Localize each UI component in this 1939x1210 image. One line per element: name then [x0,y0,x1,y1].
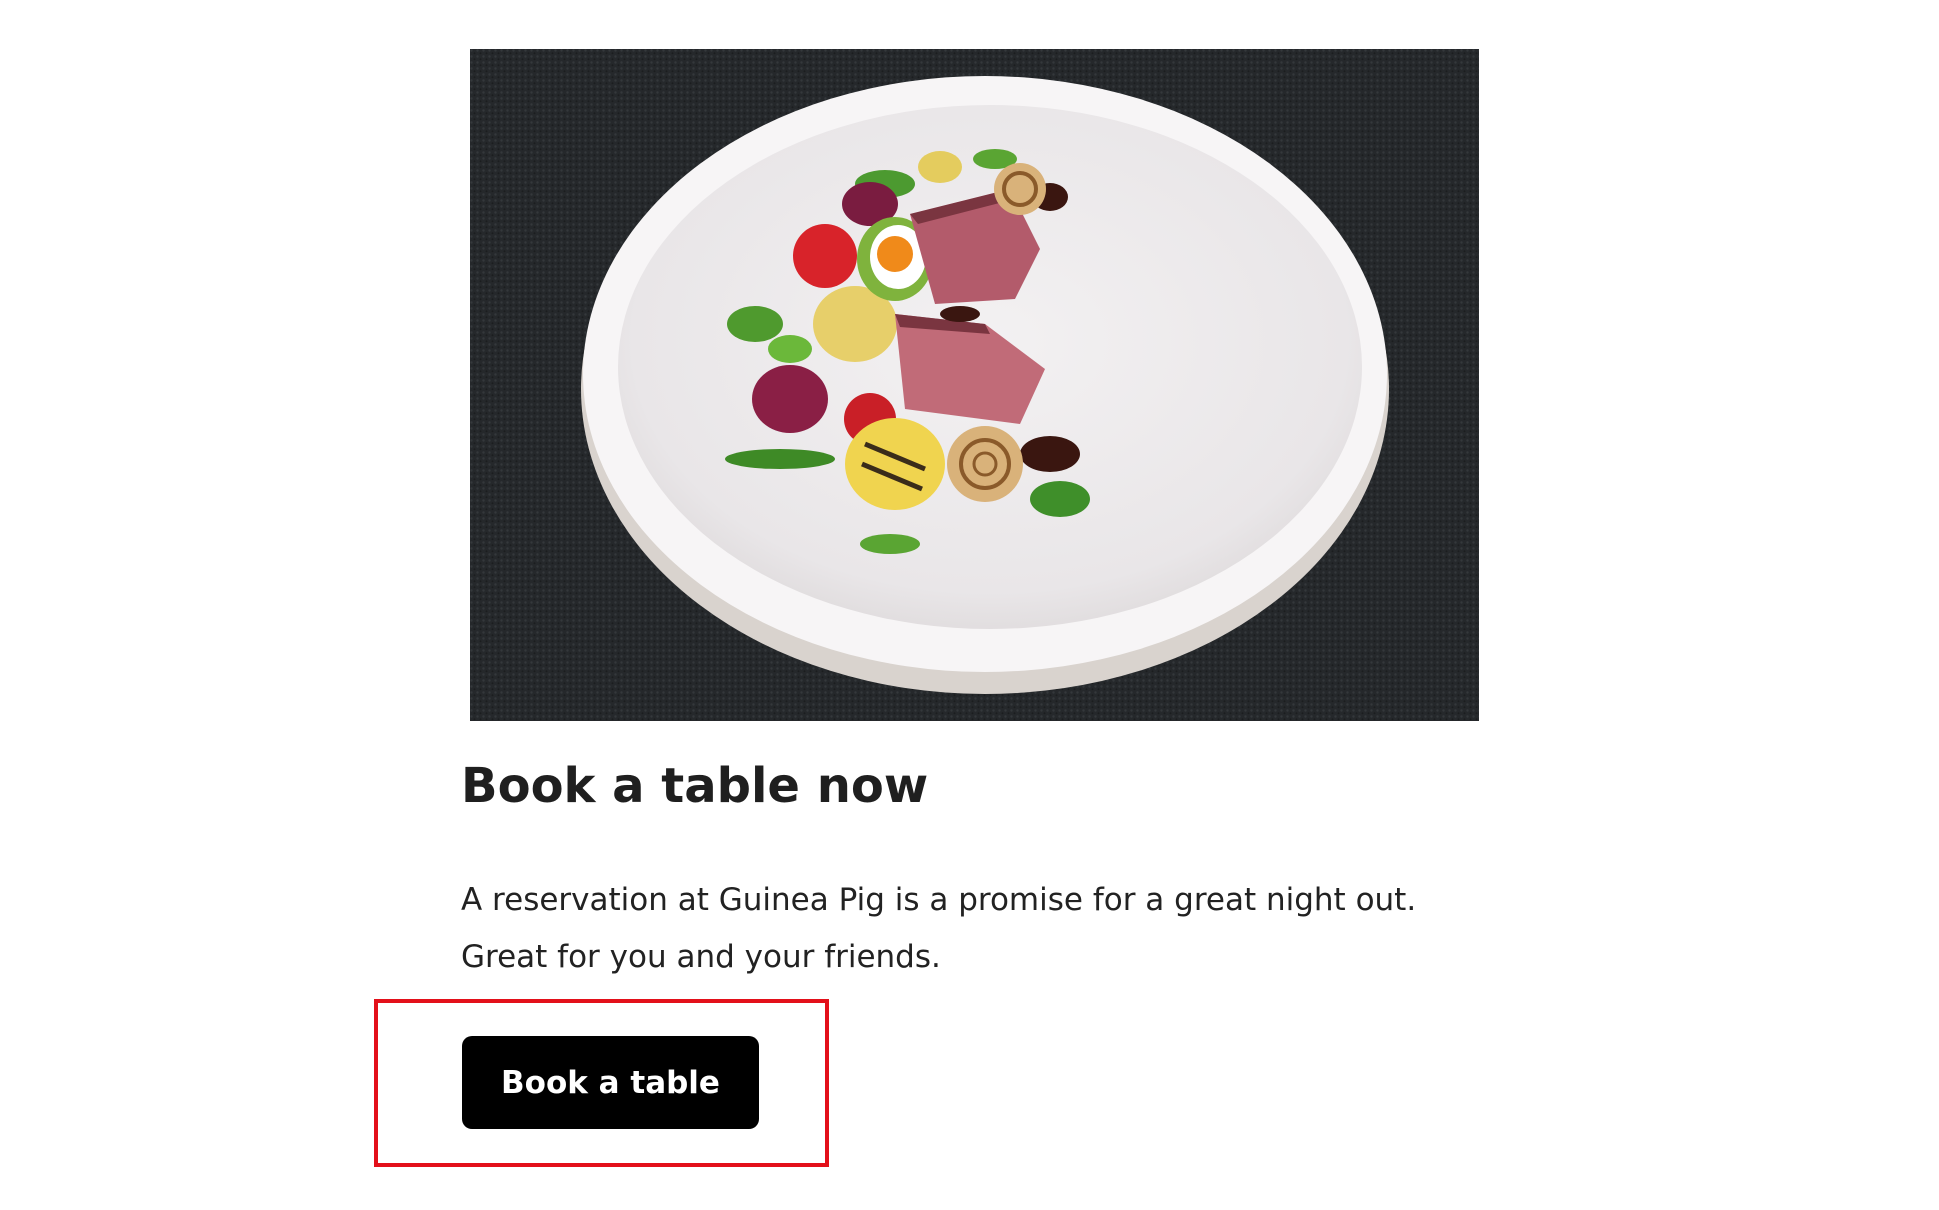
book-a-table-button[interactable]: Book a table [462,1036,759,1129]
section-description: A reservation at Guinea Pig is a promise… [461,882,1417,975]
page: Book a table now A reservation at Guinea… [0,0,1939,1210]
section-title: Book a table now [461,758,929,814]
hero-image [470,49,1479,721]
dish-illustration [470,49,1479,721]
